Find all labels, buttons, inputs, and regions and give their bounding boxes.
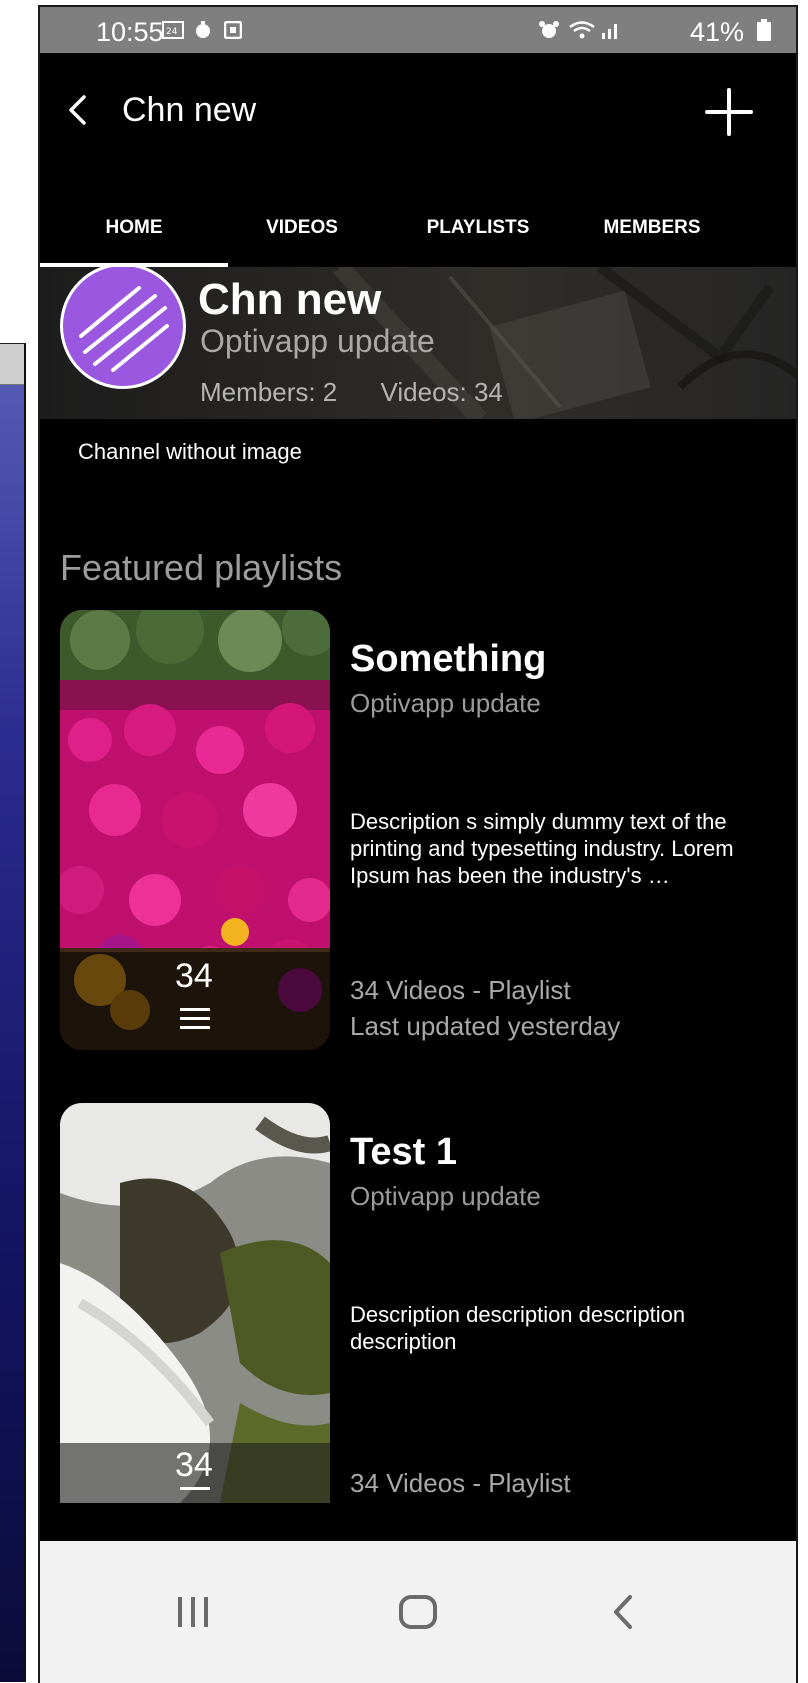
background-window-titlebar: [0, 344, 24, 385]
video-count: 34: [175, 957, 213, 995]
playlist-description: Description s simply dummy text of the p…: [350, 809, 734, 888]
list-icon: [180, 1487, 210, 1490]
channel-members: Members: 2: [200, 377, 338, 407]
playlist-meta: 34 Videos - Playlist Last updated yester…: [350, 972, 620, 1044]
page-title: Chn new: [122, 91, 257, 129]
notification-icon-1: 24: [162, 21, 184, 39]
wifi-icon: [569, 21, 595, 39]
tab-bar: HOME VIDEOS PLAYLISTS MEMBERS: [40, 203, 796, 267]
avatar: [60, 267, 186, 389]
playlist-thumbnail[interactable]: 34: [60, 610, 330, 1050]
playlist-meta: 34 Videos - Playlist: [350, 1465, 571, 1501]
featured-playlists-title: Featured playlists: [60, 547, 343, 588]
channel-stats: Members: 2 Videos: 34: [200, 377, 539, 408]
tab-videos[interactable]: VIDEOS: [208, 217, 396, 239]
playlist-card[interactable]: 34 Something Optivapp update Description…: [60, 610, 780, 1050]
list-icon: [180, 1008, 210, 1029]
signal-icon: [602, 24, 617, 39]
plus-icon[interactable]: [704, 87, 754, 137]
playlist-name: Test 1: [350, 1131, 458, 1173]
channel-subtitle: Optivapp update: [200, 323, 435, 359]
playlist-video-count: 34 Videos - Playlist: [350, 975, 571, 1005]
chevron-left-icon[interactable]: [62, 93, 96, 127]
tab-playlists[interactable]: PLAYLISTS: [384, 217, 572, 239]
waterfall-image: [60, 1103, 330, 1503]
avatar-logo-icon: [79, 286, 169, 372]
channel-videos: Videos: 34: [380, 377, 503, 407]
playlist-author: Optivapp update: [350, 688, 541, 718]
phone-screen: 10:55 24 41% Chn new HOME VIDEOS PLAYLIS…: [38, 5, 798, 1683]
recents-icon[interactable]: [168, 1587, 218, 1637]
alarm-icon: [539, 21, 559, 38]
playlist-card[interactable]: 34 Test 1 Optivapp update Description de…: [60, 1103, 780, 1503]
channel-description: Channel without image: [78, 439, 302, 464]
tab-home[interactable]: HOME: [40, 217, 228, 239]
status-bar: 10:55 24 41%: [40, 7, 796, 53]
screenshot-icon: [224, 21, 242, 39]
app-bar: Chn new: [40, 53, 796, 168]
system-nav-bar: [40, 1541, 796, 1683]
channel-name: Chn new: [198, 275, 382, 324]
playlist-thumbnail[interactable]: 34: [60, 1103, 330, 1503]
battery-icon: [757, 19, 771, 41]
video-count: 34: [175, 1446, 213, 1484]
home-icon[interactable]: [393, 1587, 443, 1637]
playlist-last-updated: Last updated yesterday: [350, 1011, 621, 1041]
playlist-video-count: 34 Videos - Playlist: [350, 1468, 571, 1498]
playlist-description: Description description description desc…: [350, 1302, 686, 1354]
background-window: [0, 343, 26, 1682]
battery-percent: 41%: [689, 17, 744, 47]
back-icon[interactable]: [598, 1587, 648, 1637]
svg-text:24: 24: [166, 27, 178, 37]
status-time: 10:55: [96, 17, 164, 47]
tab-members[interactable]: MEMBERS: [558, 217, 746, 239]
playlist-name: Something: [350, 638, 547, 680]
playlist-author: Optivapp update: [350, 1181, 541, 1211]
channel-banner: Chn new Optivapp update Members: 2 Video…: [40, 267, 796, 419]
timer-icon: [196, 21, 210, 38]
